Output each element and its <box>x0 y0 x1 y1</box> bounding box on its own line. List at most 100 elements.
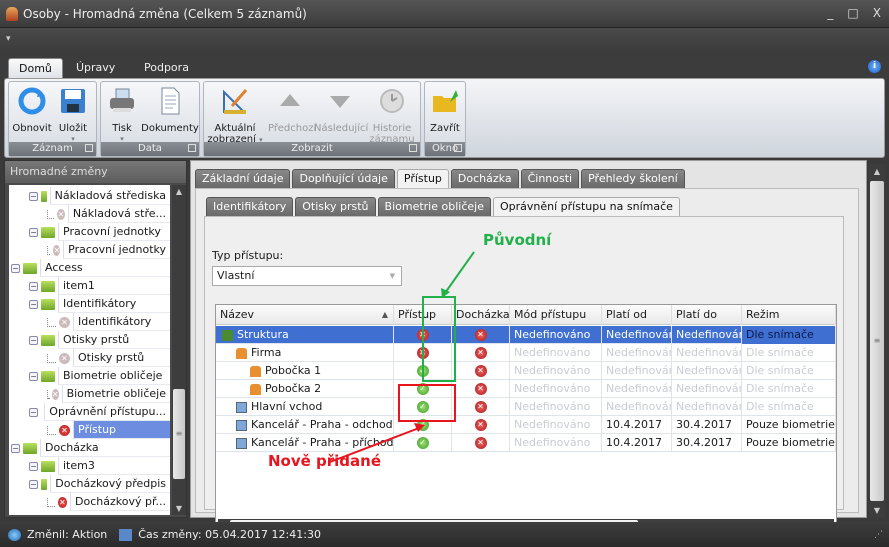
table-row[interactable]: Kancelář - Praha - příchod ✓ ✕ Nedefinováno… <box>216 434 836 452</box>
subtab-3[interactable]: Oprávnění přístupu na snímače <box>492 197 680 216</box>
tree-node[interactable]: ✕ Přístup <box>47 421 170 439</box>
tab-4[interactable]: Činnosti <box>520 169 580 188</box>
dialog-launcher-icon[interactable] <box>85 144 93 152</box>
cell-to: Nedefinováno <box>672 344 742 362</box>
print-button[interactable]: Tisk ▾ <box>105 86 139 145</box>
tree-node[interactable]: − Docházka <box>11 439 170 457</box>
house-icon <box>250 365 261 377</box>
scroll-thumb[interactable]: ≡ <box>870 181 884 501</box>
close-button[interactable]: X <box>873 6 881 20</box>
folder-icon <box>40 406 42 418</box>
scroll-down-icon[interactable]: ▼ <box>869 506 885 515</box>
ribbon-tab-domu[interactable]: Domů <box>8 58 63 78</box>
cell-attendance[interactable]: ✕ <box>452 416 510 434</box>
subtab-0[interactable]: Identifikátory <box>206 197 294 216</box>
table-row[interactable]: Struktura✕✕NedefinovánoNedefinovánoNedef… <box>216 326 836 344</box>
save-button[interactable]: Uložit ▾ <box>54 86 92 145</box>
collapse-icon[interactable]: − <box>29 281 38 291</box>
history-button[interactable]: Historie záznamu <box>368 86 416 145</box>
collapse-icon[interactable]: − <box>29 371 38 381</box>
tree-node[interactable]: ✕ Otisky prstů <box>47 349 170 367</box>
minimize-button[interactable]: _ <box>827 6 833 20</box>
table-row[interactable]: Firma✕✕NedefinovánoNedefinovánoNedefinov… <box>216 344 836 362</box>
tab-5[interactable]: Přehledy školení <box>581 169 685 188</box>
table-row[interactable]: Kancelář - Praha - odchod ✓ ✕ Nedefinováno 1… <box>216 416 836 434</box>
table-row[interactable]: Pobočka 2✓✕NedefinovánoNedefinovánoNedef… <box>216 380 836 398</box>
refresh-button[interactable]: Obnovit <box>12 86 52 134</box>
collapse-icon[interactable]: − <box>29 191 38 201</box>
dialog-launcher-icon[interactable] <box>188 144 196 152</box>
sidebar-scrollbar[interactable]: ▲ ≡ ▼ <box>172 185 186 515</box>
ribbon-tab-upravy[interactable]: Úpravy <box>66 58 125 78</box>
scroll-up-icon[interactable]: ▲ <box>172 187 186 196</box>
inactive-icon: ✕ <box>51 388 59 400</box>
subtab-2[interactable]: Biometrie obličeje <box>377 197 491 216</box>
qat-customize-icon[interactable]: ▾ <box>6 34 11 44</box>
column-header[interactable]: Docházka <box>452 305 510 325</box>
scroll-up-icon[interactable]: ▲ <box>869 167 885 176</box>
tree-node[interactable]: − Biometrie obličeje <box>29 367 170 385</box>
cell-attendance[interactable]: ✕ <box>452 380 510 398</box>
collapse-icon[interactable]: − <box>11 443 20 453</box>
column-header[interactable]: Platí od <box>602 305 672 325</box>
changed-by: Změnil: Aktion <box>27 528 108 541</box>
tree-node[interactable]: − Otisky prstů <box>29 331 170 349</box>
main-scrollbar[interactable]: ▲ ≡ ▼ <box>869 164 885 518</box>
tree-node[interactable]: ✕ Pracovní jednotky <box>47 241 170 259</box>
column-header[interactable]: Mód přístupu <box>510 305 602 325</box>
cell-attendance[interactable]: ✕ <box>452 362 510 380</box>
tree-node[interactable]: − Nákladová střediska <box>29 187 170 205</box>
cell-access[interactable]: ✓ <box>394 434 452 452</box>
tree-node[interactable]: ✕ Nákladová stře... <box>47 205 170 223</box>
collapse-icon[interactable]: − <box>29 227 38 237</box>
ribbon-group-data: Tisk ▾ Dokumenty Data <box>100 81 200 157</box>
table-row[interactable]: Hlavní vchod✓✕NedefinovánoNedefinovánoNe… <box>216 398 836 416</box>
column-header[interactable]: Režim identifikace <box>742 305 836 341</box>
access-type-select[interactable]: Vlastní ▼ <box>212 266 402 286</box>
collapse-icon[interactable]: − <box>29 335 38 345</box>
documents-button[interactable]: Dokumenty <box>141 86 199 134</box>
tree-node[interactable]: − Identifikátory <box>29 295 170 313</box>
collapse-icon[interactable]: − <box>11 263 20 273</box>
tree-node[interactable]: − Oprávnění přístupu... <box>29 403 170 421</box>
table-row[interactable]: Pobočka 1✓✕NedefinovánoNedefinovánoNedef… <box>216 362 836 380</box>
subtab-1[interactable]: Otisky prstů <box>295 197 376 216</box>
tree-node[interactable]: ✕ Identifikátory <box>47 313 170 331</box>
collapse-icon[interactable]: − <box>29 479 38 489</box>
column-header[interactable]: Platí do <box>672 305 742 325</box>
dialog-launcher-icon[interactable] <box>409 144 417 152</box>
tree-node[interactable]: − Docházkový předpis <box>29 475 170 493</box>
cell-mode: Nedefinováno <box>510 398 602 416</box>
info-icon[interactable]: i <box>868 60 881 73</box>
tab-0[interactable]: Základní údaje <box>195 169 291 188</box>
tab-3[interactable]: Docházka <box>450 169 519 188</box>
tree-node[interactable]: − item1 <box>29 277 170 295</box>
collapse-icon[interactable]: − <box>29 299 38 309</box>
cross-icon: ✕ <box>474 383 487 395</box>
previous-button[interactable]: Předchozí <box>268 86 316 134</box>
collapse-icon[interactable]: − <box>29 407 38 417</box>
current-view-button[interactable]: Aktuální zobrazení ▾ <box>206 86 264 146</box>
maximize-button[interactable]: □ <box>847 6 858 20</box>
close-window-button[interactable]: Zavřít <box>427 86 463 134</box>
resize-grip-icon[interactable]: ⋰ <box>874 530 883 540</box>
cell-attendance[interactable]: ✕ <box>452 344 510 362</box>
cell-attendance[interactable]: ✕ <box>452 398 510 416</box>
column-header[interactable]: Název ▲ <box>216 305 394 325</box>
cell-name: Kancelář - Praha - příchod <box>216 434 394 452</box>
tree-node[interactable]: − item3 <box>29 457 170 475</box>
next-button[interactable]: Následující <box>314 86 368 134</box>
tree-node[interactable]: ✕ Biometrie obličeje <box>47 385 170 403</box>
tree-node[interactable]: − Pracovní jednotky <box>29 223 170 241</box>
cell-attendance[interactable]: ✕ <box>452 434 510 452</box>
tab-1[interactable]: Doplňující údaje <box>292 169 395 188</box>
cell-attendance[interactable]: ✕ <box>452 326 510 344</box>
collapse-icon[interactable]: − <box>29 461 38 471</box>
scroll-down-icon[interactable]: ▼ <box>172 504 186 513</box>
tree-node[interactable]: − Access <box>11 259 170 277</box>
scroll-thumb[interactable]: ≡ <box>173 389 185 479</box>
tab-2[interactable]: Přístup <box>396 169 449 188</box>
dialog-launcher-icon[interactable] <box>454 144 462 152</box>
tree-node[interactable]: ✕ Docházkový př... <box>47 493 170 511</box>
ribbon-tab-podpora[interactable]: Podpora <box>134 58 199 78</box>
